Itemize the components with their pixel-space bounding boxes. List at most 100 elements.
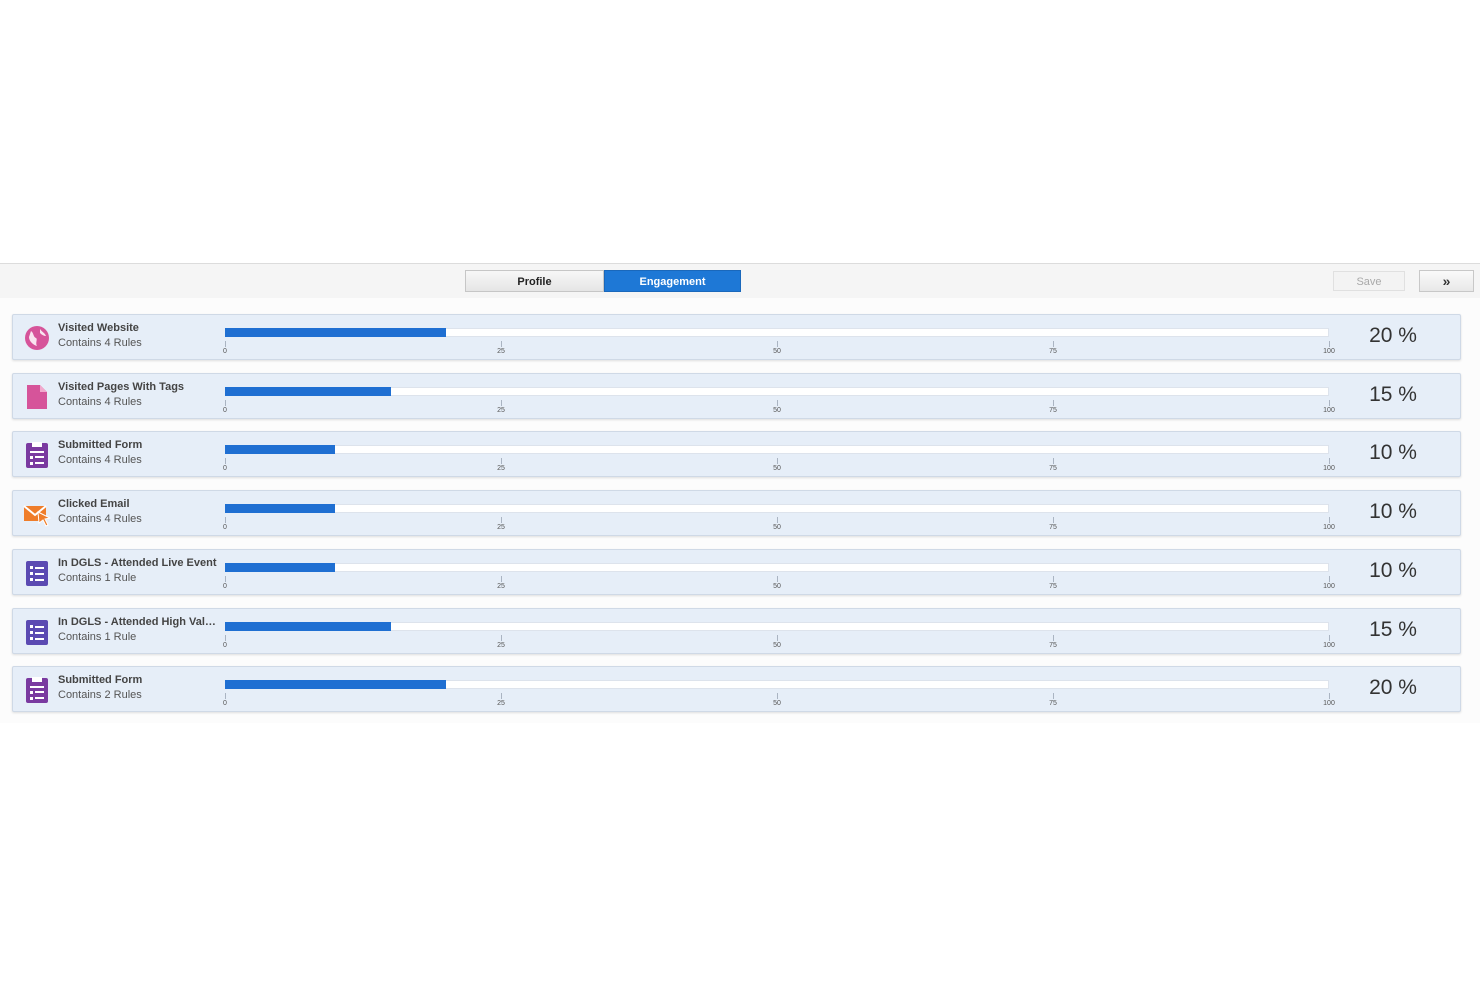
scale-tick bbox=[1329, 399, 1330, 406]
scale-tick-label: 50 bbox=[773, 465, 781, 473]
scale-tick-label: 100 bbox=[1323, 348, 1335, 355]
scale-tick bbox=[501, 399, 502, 406]
score-slider-fill[interactable] bbox=[225, 621, 391, 631]
scale-tick bbox=[225, 341, 226, 347]
scale-tick bbox=[501, 517, 502, 524]
row-title: In DGLS - Attended Live Event bbox=[58, 556, 217, 569]
scale-tick-label: 50 bbox=[773, 348, 781, 355]
scale-tick bbox=[777, 693, 778, 700]
score-slider-track[interactable] bbox=[225, 621, 1329, 631]
scale-tick-label: 25 bbox=[497, 465, 505, 473]
row-title: Submitted Form bbox=[58, 439, 143, 452]
tab-profile[interactable]: Profile bbox=[465, 270, 604, 292]
score-slider-track[interactable] bbox=[225, 386, 1329, 396]
scale-tick bbox=[777, 399, 778, 406]
scale-tick bbox=[501, 575, 502, 582]
list-icon bbox=[23, 559, 51, 587]
row-rule-count: Contains 1 Rule bbox=[58, 571, 137, 584]
scale-tick bbox=[225, 634, 226, 641]
score-slider-fill[interactable] bbox=[225, 680, 446, 690]
scale-tick bbox=[1329, 517, 1330, 524]
collapse-button[interactable]: » bbox=[1419, 270, 1474, 292]
scale-tick-label: 75 bbox=[1049, 700, 1057, 708]
engagement-row[interactable]: Visited Pages With Tags Contains 4 Rules 0… bbox=[12, 372, 1461, 419]
scale-tick bbox=[1329, 341, 1330, 347]
row-rule-count: Contains 4 Rules bbox=[58, 337, 142, 349]
score-percent: 20 % bbox=[1369, 676, 1417, 700]
scale-tick-label: 50 bbox=[773, 641, 781, 649]
scale-tick bbox=[1053, 575, 1054, 582]
scale-tick-label: 0 bbox=[223, 700, 227, 708]
score-slider-fill[interactable] bbox=[225, 562, 336, 572]
score-slider-track[interactable] bbox=[225, 504, 1329, 514]
form-icon bbox=[23, 441, 51, 469]
engagement-row[interactable]: Clicked Email Contains 4 Rules 0 25 50 75 100 1… bbox=[12, 490, 1461, 537]
score-slider-fill[interactable] bbox=[225, 504, 336, 514]
scale-tick-label: 25 bbox=[497, 641, 505, 649]
scale-tick-label: 50 bbox=[773, 524, 781, 532]
scale-tick-label: 75 bbox=[1049, 582, 1057, 590]
score-percent: 20 % bbox=[1369, 324, 1417, 347]
engagement-row[interactable]: In DGLS - Attended Live Event Contains 1 … bbox=[12, 548, 1461, 595]
row-title: Visited Website bbox=[58, 322, 139, 334]
scale-tick-label: 50 bbox=[773, 700, 781, 708]
score-slider-track[interactable] bbox=[225, 445, 1329, 455]
scale-tick-label: 50 bbox=[773, 406, 781, 414]
row-title: In DGLS - Attended High Valu... bbox=[58, 615, 220, 628]
engagement-row[interactable]: In DGLS - Attended High Valu... Contains … bbox=[12, 607, 1461, 654]
page-icon bbox=[23, 383, 51, 411]
scale-tick bbox=[225, 458, 226, 465]
scale-tick-label: 100 bbox=[1323, 700, 1335, 708]
scale-tick-label: 100 bbox=[1323, 465, 1335, 473]
scale-tick bbox=[1329, 458, 1330, 465]
scale-tick-label: 0 bbox=[223, 641, 227, 649]
tab-engagement[interactable]: Engagement bbox=[604, 270, 741, 292]
scale-tick bbox=[777, 575, 778, 582]
scale-tick bbox=[225, 517, 226, 524]
row-rule-count: Contains 4 Rules bbox=[58, 513, 142, 526]
score-slider-fill[interactable] bbox=[225, 328, 446, 337]
scale-tick-label: 25 bbox=[497, 700, 505, 708]
email-click-icon bbox=[23, 500, 52, 528]
scale-tick bbox=[501, 693, 502, 700]
scale-tick-label: 100 bbox=[1323, 582, 1335, 590]
score-slider-fill[interactable] bbox=[225, 386, 391, 396]
scale-tick bbox=[777, 634, 778, 641]
row-title: Visited Pages With Tags bbox=[58, 380, 185, 393]
scale-tick bbox=[501, 458, 502, 465]
scale-tick bbox=[501, 634, 502, 641]
scale-tick-label: 0 bbox=[223, 348, 227, 355]
scale-tick-label: 75 bbox=[1049, 406, 1057, 414]
engagement-row[interactable]: Submitted Form Contains 4 Rules 0 25 50 75 100… bbox=[12, 431, 1461, 478]
scale-tick-label: 25 bbox=[497, 406, 505, 414]
double-chevron-right-icon: » bbox=[1442, 273, 1451, 289]
scale-tick bbox=[501, 341, 502, 347]
score-percent: 15 % bbox=[1369, 617, 1417, 641]
scale-tick bbox=[1053, 634, 1054, 641]
scale-tick bbox=[1329, 693, 1330, 700]
row-rule-count: Contains 4 Rules bbox=[58, 395, 142, 408]
scale-tick-label: 100 bbox=[1323, 641, 1335, 649]
scale-tick bbox=[225, 693, 226, 700]
score-percent: 10 % bbox=[1369, 500, 1417, 524]
engagement-row[interactable]: Visited Website Contains 4 Rules 0 25 50 75 10… bbox=[12, 314, 1461, 360]
scale-tick bbox=[1329, 634, 1330, 641]
scale-tick-label: 100 bbox=[1323, 406, 1335, 414]
score-percent: 10 % bbox=[1369, 441, 1417, 465]
scale-tick bbox=[1053, 341, 1054, 347]
engagement-row[interactable]: Submitted Form Contains 2 Rules 0 25 50 75 100… bbox=[12, 666, 1461, 713]
scale-tick bbox=[777, 517, 778, 524]
scale-tick-label: 0 bbox=[223, 465, 227, 473]
scale-tick bbox=[777, 341, 778, 347]
scale-tick bbox=[225, 399, 226, 406]
save-button[interactable]: Save bbox=[1333, 271, 1405, 291]
scale-tick-label: 25 bbox=[497, 582, 505, 590]
row-title: Submitted Form bbox=[58, 674, 143, 687]
scale-tick-label: 0 bbox=[223, 406, 227, 414]
scale-tick bbox=[777, 458, 778, 465]
scale-tick-label: 50 bbox=[773, 582, 781, 590]
toolbar: Profile Engagement Save » bbox=[0, 263, 1480, 299]
score-slider-fill[interactable] bbox=[225, 445, 336, 455]
score-slider-track[interactable] bbox=[225, 562, 1329, 572]
engagement-list: Visited Website Contains 4 Rules 0 25 50 75 10… bbox=[0, 298, 1480, 723]
